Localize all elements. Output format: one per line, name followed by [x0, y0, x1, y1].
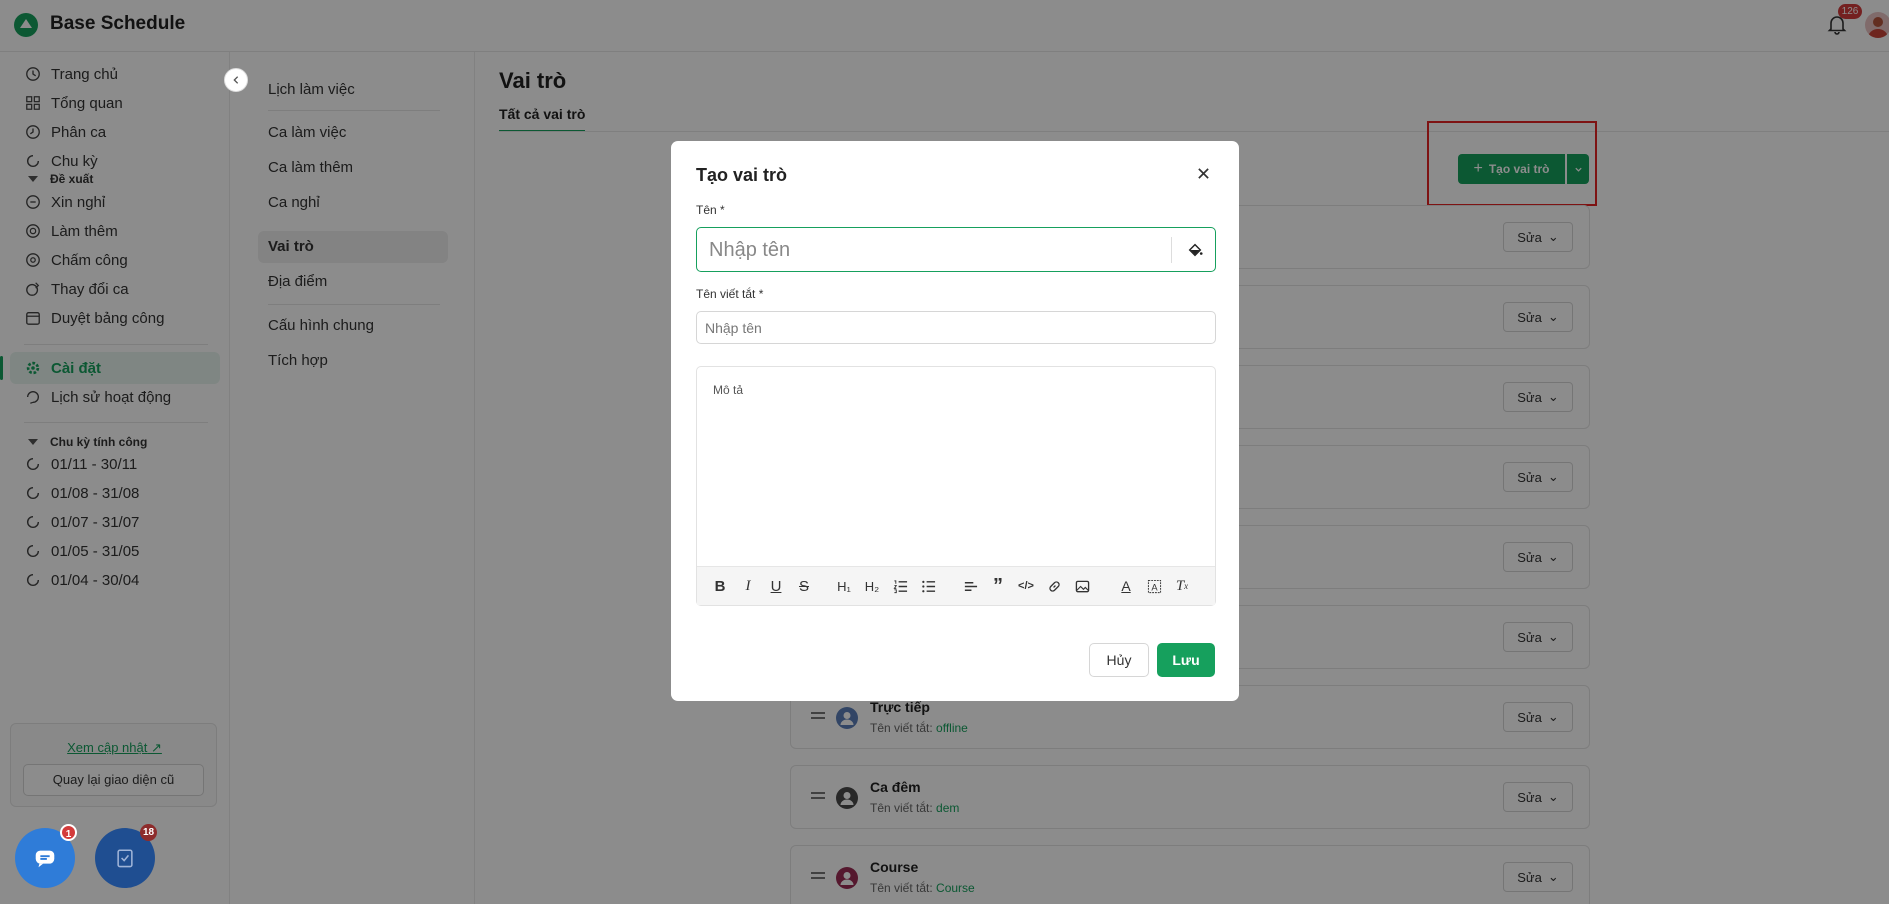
chat-badge: 1 [60, 824, 77, 841]
color-picker-button[interactable] [1182, 237, 1208, 263]
chevron-left-icon [233, 76, 239, 84]
task-badge: 18 [140, 824, 158, 841]
name-label: Tên * [696, 203, 725, 217]
highlight-color-icon[interactable]: A [1143, 575, 1165, 597]
underline-icon[interactable]: U [765, 575, 787, 597]
bold-icon[interactable]: B [709, 575, 731, 597]
code-icon[interactable]: </> [1015, 575, 1037, 597]
paint-bucket-icon [1188, 243, 1203, 257]
abbreviation-label: Tên viết tắt * [696, 287, 764, 301]
name-field [696, 227, 1216, 272]
cancel-button[interactable]: Hủy [1089, 643, 1149, 677]
heading2-icon[interactable]: H₂ [861, 575, 883, 597]
svg-text:A: A [1151, 582, 1158, 592]
editor-toolbar: B I U S H₁ H₂ ” </> A A T x [697, 566, 1215, 605]
text-color-icon[interactable]: A [1115, 575, 1137, 597]
strikethrough-icon[interactable]: S [793, 575, 815, 597]
name-input[interactable] [709, 237, 1159, 263]
heading1-icon[interactable]: H₁ [833, 575, 855, 597]
modal-title: Tạo vai trò [696, 165, 788, 185]
task-button[interactable]: 18 [95, 824, 158, 888]
chat-button[interactable]: 1 [15, 824, 77, 888]
abbreviation-input[interactable] [705, 318, 1205, 338]
description-editor[interactable]: Mô tả B I U S H₁ H₂ ” </> A A T x [696, 366, 1216, 606]
italic-icon[interactable]: I [737, 575, 759, 597]
align-left-icon[interactable] [959, 575, 981, 597]
description-placeholder: Mô tả [713, 383, 744, 397]
divider [1171, 237, 1172, 263]
image-icon[interactable] [1071, 575, 1093, 597]
clipboard-check-icon [117, 849, 133, 868]
abbreviation-field [696, 311, 1216, 344]
chat-icon [35, 850, 55, 868]
create-role-modal: Tạo vai trò Tên * Tên viết tắt * Mô tả B… [671, 141, 1239, 701]
close-icon[interactable] [1193, 163, 1213, 183]
ordered-list-icon[interactable] [889, 575, 911, 597]
link-icon[interactable] [1043, 575, 1065, 597]
bullet-list-icon[interactable] [917, 575, 939, 597]
quote-icon[interactable]: ” [987, 575, 1009, 597]
clear-format-icon[interactable]: Tx [1171, 575, 1193, 597]
collapse-sidebar-button[interactable] [224, 68, 248, 92]
save-button[interactable]: Lưu [1157, 643, 1215, 677]
